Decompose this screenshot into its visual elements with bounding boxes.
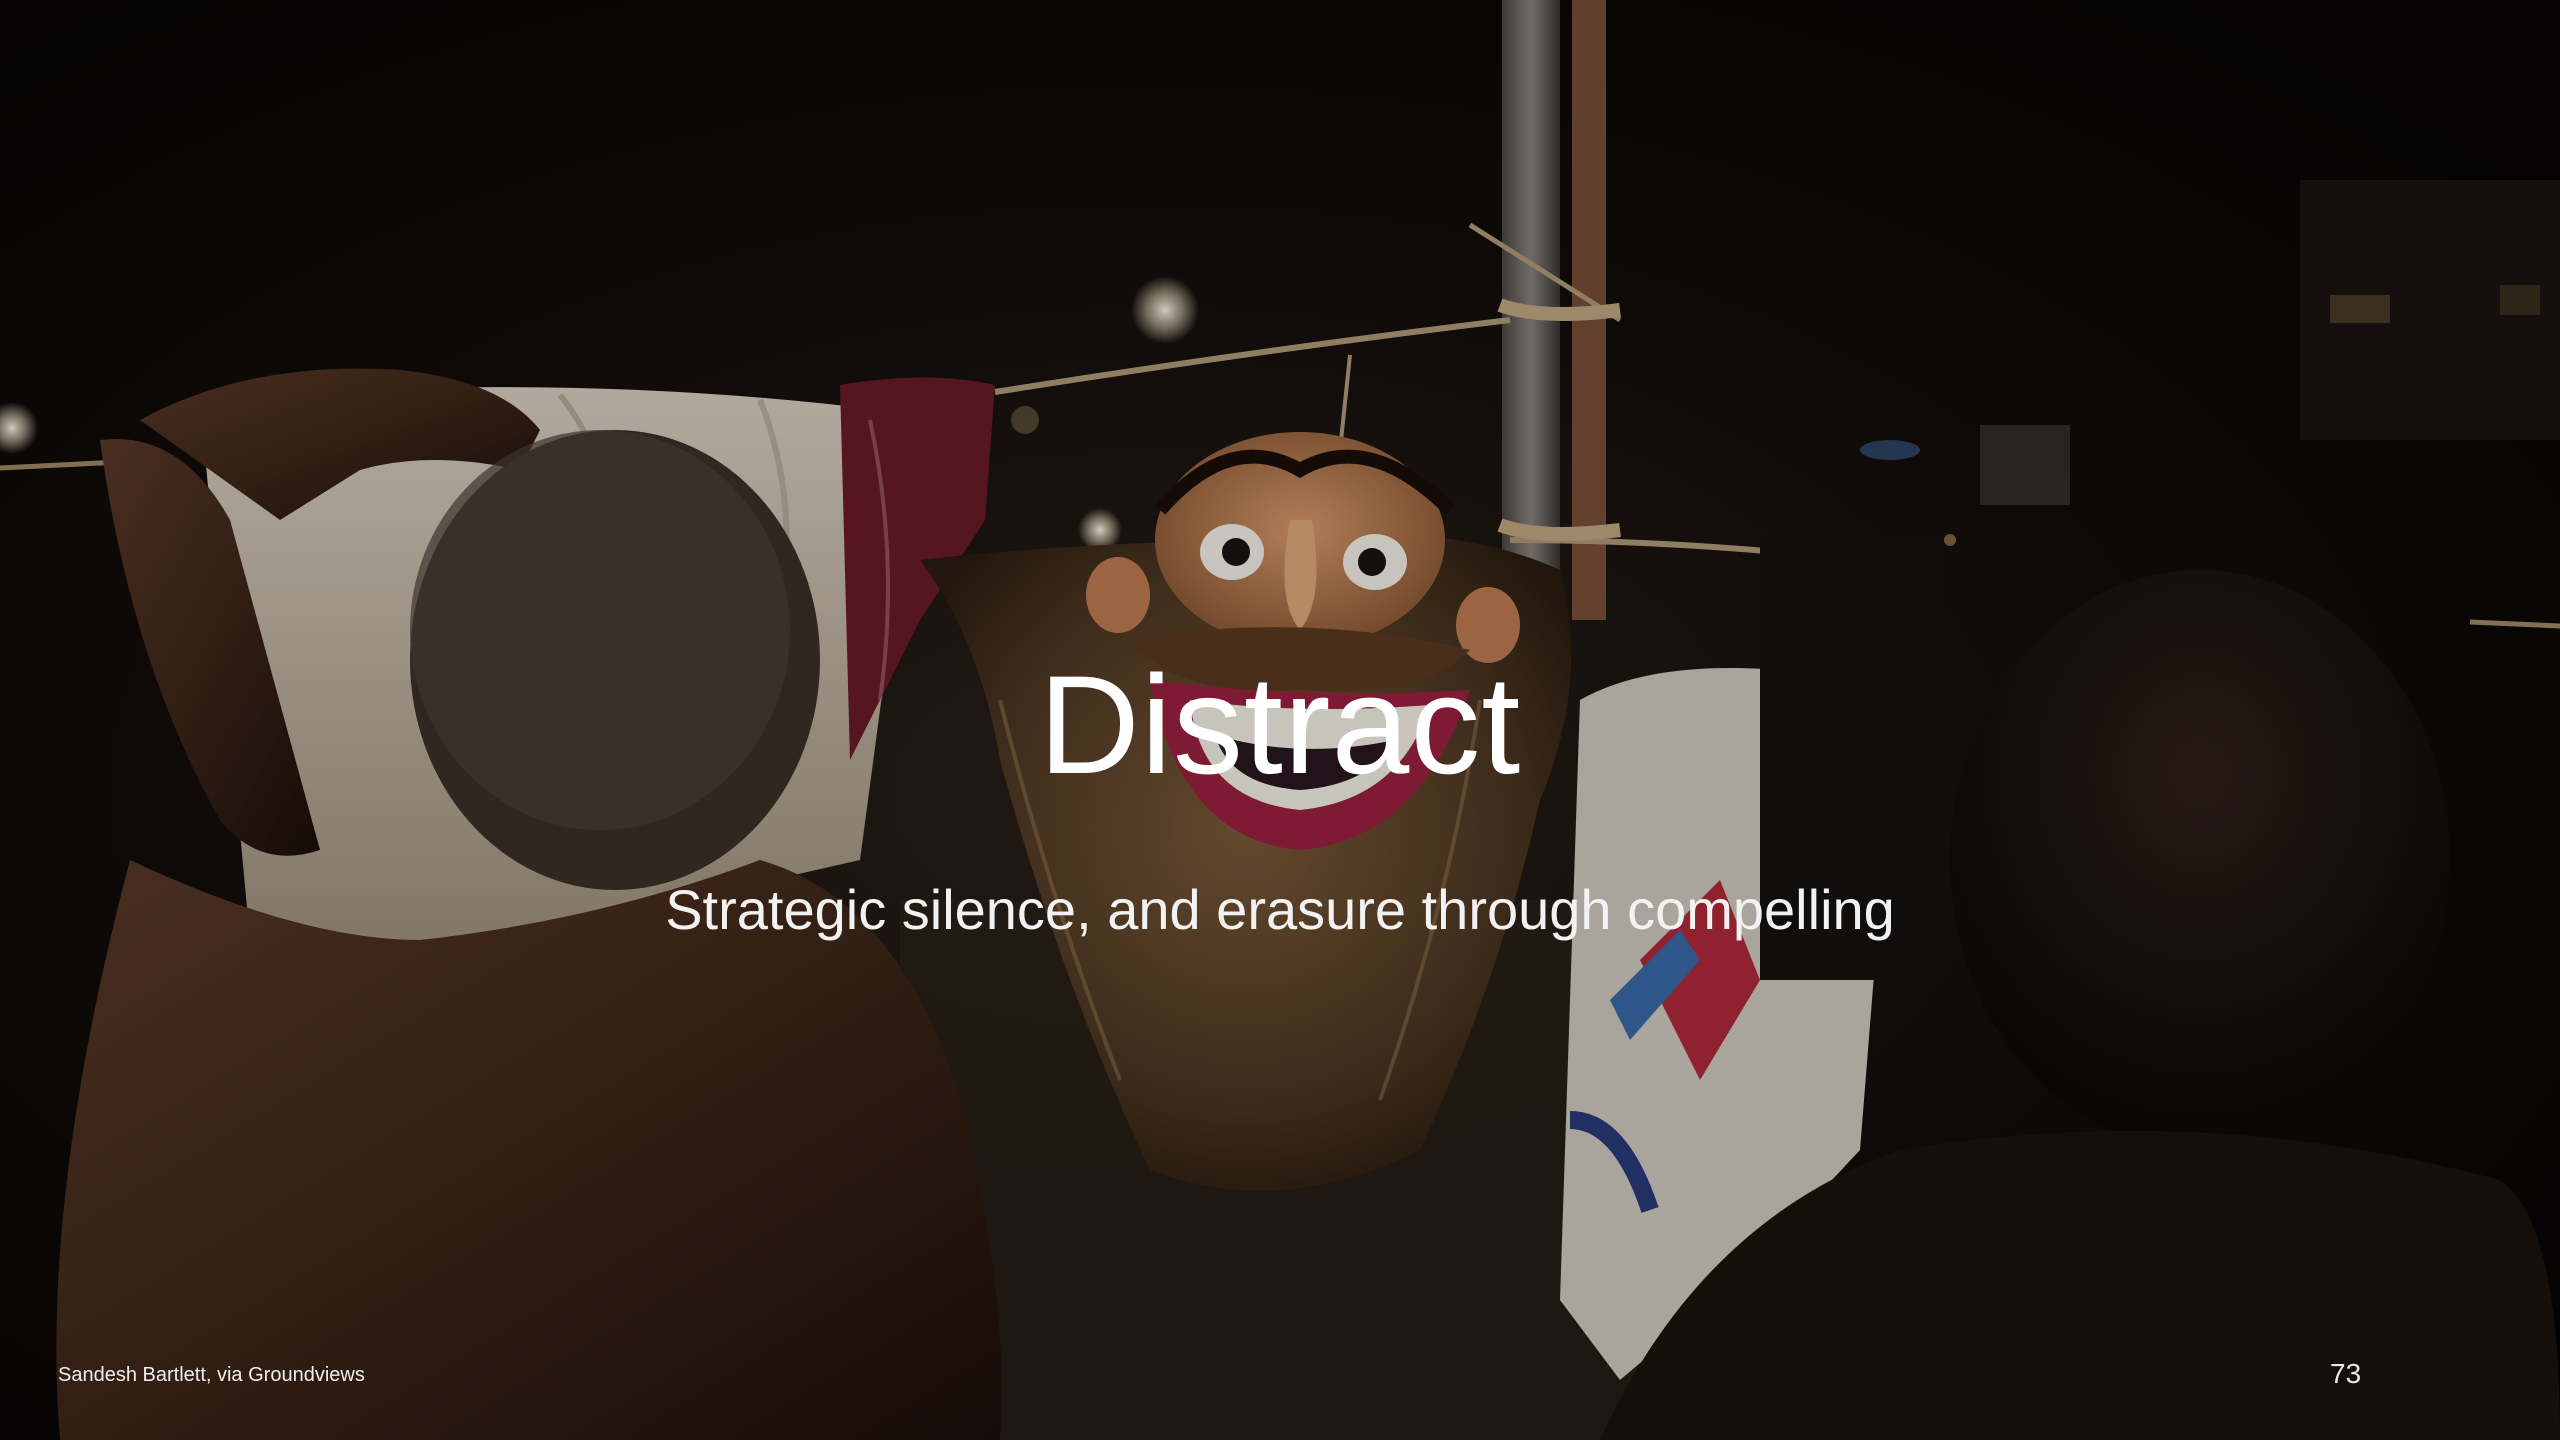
slide-title: Distract — [1038, 646, 1522, 803]
photo-credit: Sandesh Bartlett, via Groundviews — [58, 1364, 365, 1386]
page-number: 73 — [2330, 1358, 2362, 1389]
slide-subtitle: Strategic silence, and erasure through c… — [665, 878, 1895, 941]
presentation-slide: Distract Strategic silence, and erasure … — [0, 0, 2560, 1440]
